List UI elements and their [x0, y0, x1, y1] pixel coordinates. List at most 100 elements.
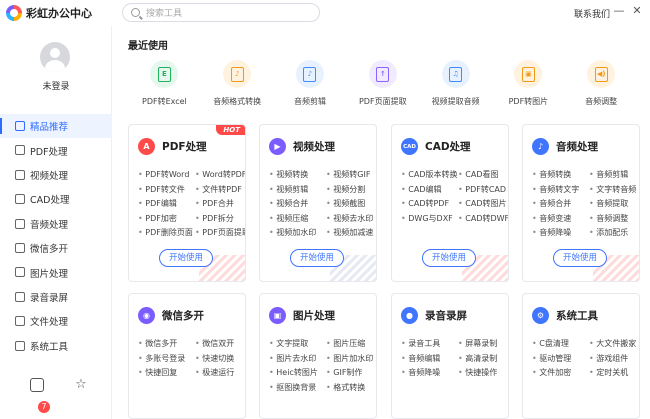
- recent-tool-3[interactable]: ↑ PDF页面提取: [346, 60, 419, 107]
- feature-item[interactable]: 图片加水印: [326, 354, 376, 365]
- gift-icon[interactable]: [30, 378, 44, 392]
- sidebar-item-1[interactable]: PDF处理: [0, 138, 112, 162]
- feature-item[interactable]: 视频转换: [269, 170, 326, 181]
- feature-item[interactable]: 音频提取: [589, 199, 639, 210]
- feature-item[interactable]: 音频降噪: [532, 228, 589, 239]
- feature-item[interactable]: 音频降噪: [401, 368, 458, 379]
- card-0[interactable]: APDF处理HOTPDF转WordWord转PDFPDF转文件文件转PDFPDF…: [128, 124, 246, 282]
- feature-item[interactable]: 极速运行: [195, 368, 245, 379]
- sidebar-item-3[interactable]: CAD处理: [0, 187, 112, 211]
- close-button[interactable]: ✕: [630, 4, 644, 18]
- feature-item[interactable]: 音频编辑: [401, 354, 458, 365]
- feature-item[interactable]: CAD看图: [458, 170, 508, 181]
- feature-item[interactable]: 视频压缩: [269, 214, 326, 225]
- feature-item[interactable]: DWG与DXF: [401, 214, 458, 225]
- sidebar-item-6[interactable]: 图片处理: [0, 260, 112, 284]
- start-button[interactable]: 开始使用: [159, 249, 213, 267]
- feature-item[interactable]: CAD版本转换: [401, 170, 458, 181]
- feature-item[interactable]: PDF转CAD: [458, 185, 508, 196]
- sidebar-item-9[interactable]: 系统工具: [0, 334, 112, 358]
- recent-tool-6[interactable]: ◀) 音频调整: [565, 60, 638, 107]
- feature-item[interactable]: Word转PDF: [195, 170, 245, 181]
- avatar[interactable]: [40, 42, 70, 72]
- feature-item[interactable]: 大文件搬家: [589, 339, 639, 350]
- card-7[interactable]: ⚙ 系统工具 C盘清理大文件搬家驱动管理游戏组件文件加密定时关机: [522, 293, 640, 419]
- feature-item[interactable]: PDF转文件: [138, 185, 195, 196]
- feature-item[interactable]: 驱动管理: [532, 354, 589, 365]
- recent-tool-1[interactable]: ♪ 音频格式转换: [201, 60, 274, 107]
- feature-item[interactable]: CAD转PDF: [401, 199, 458, 210]
- feature-item[interactable]: 视频合并: [269, 199, 326, 210]
- feature-item[interactable]: 文件加密: [532, 368, 589, 379]
- feature-item[interactable]: PDF拆分: [195, 214, 245, 225]
- feature-item[interactable]: 微信双开: [195, 339, 245, 350]
- feature-item[interactable]: PDF删除页面: [138, 228, 195, 239]
- sidebar-item-7[interactable]: 录音录屏: [0, 285, 112, 309]
- feature-item[interactable]: 文字转音频: [589, 185, 639, 196]
- card-4[interactable]: ◉微信多开微信多开微信双开多账号登录快速切换快捷回复极速运行: [128, 293, 246, 419]
- feature-item[interactable]: 快速切换: [195, 354, 245, 365]
- feature-item[interactable]: 视频剪辑: [269, 185, 326, 196]
- feature-item[interactable]: 快捷回复: [138, 368, 195, 379]
- feature-item[interactable]: 视频转GIF: [326, 170, 376, 181]
- feature-item[interactable]: 快捷操作: [458, 368, 508, 379]
- feature-item[interactable]: PDF页面提取: [195, 228, 245, 239]
- login-status[interactable]: 未登录: [0, 79, 112, 92]
- sidebar-item-2[interactable]: 视频处理: [0, 163, 112, 187]
- search-input[interactable]: 搜索工具: [122, 3, 320, 22]
- card-6[interactable]: ● 录音录屏录音工具屏幕录制音频编辑高清录制音频降噪快捷操作: [391, 293, 509, 419]
- feature-item[interactable]: 文字提取: [269, 339, 326, 350]
- feature-item[interactable]: 高清录制: [458, 354, 508, 365]
- feature-item[interactable]: PDF加密: [138, 214, 195, 225]
- recent-tool-5[interactable]: ▣ PDF转图片: [492, 60, 565, 107]
- feature-item[interactable]: CAD转DWF: [458, 214, 508, 225]
- recent-tool-2[interactable]: ♪ 音频剪辑: [274, 60, 347, 107]
- feature-item[interactable]: 屏幕录制: [458, 339, 508, 350]
- start-button[interactable]: 开始使用: [290, 249, 344, 267]
- feature-item[interactable]: 音频调整: [589, 214, 639, 225]
- feature-item[interactable]: 定时关机: [589, 368, 639, 379]
- feature-item[interactable]: 图片去水印: [269, 354, 326, 365]
- feature-item[interactable]: 视频截图: [326, 199, 376, 210]
- feature-item[interactable]: 视频加水印: [269, 228, 326, 239]
- star-icon[interactable]: ☆: [74, 378, 88, 392]
- feature-item[interactable]: Heic转图片: [269, 368, 326, 379]
- feature-item[interactable]: 视频去水印: [326, 214, 376, 225]
- recent-tool-0[interactable]: E PDF转Excel: [128, 60, 201, 107]
- feature-item[interactable]: 音频转文字: [532, 185, 589, 196]
- feature-item[interactable]: 音频合并: [532, 199, 589, 210]
- feature-item[interactable]: 图片压缩: [326, 339, 376, 350]
- feature-item[interactable]: 抠图换背景: [269, 383, 326, 394]
- feature-item[interactable]: 微信多开: [138, 339, 195, 350]
- sidebar-item-5[interactable]: 微信多开: [0, 236, 112, 260]
- feature-item[interactable]: 多账号登录: [138, 354, 195, 365]
- card-1[interactable]: ▶ 视频处理视频转换视频转GIF视频剪辑视频分割视频合并视频截图视频压缩视频去水印…: [259, 124, 377, 282]
- feature-item[interactable]: CAD编辑: [401, 185, 458, 196]
- card-2[interactable]: CADCAD处理CAD版本转换CAD看图CAD编辑PDF转CADCAD转PDFC…: [391, 124, 509, 282]
- feature-item[interactable]: C盘清理: [532, 339, 589, 350]
- feature-item[interactable]: 格式转换: [326, 383, 376, 394]
- card-3[interactable]: ♪ 音频处理音频转换音频剪辑音频转文字文字转音频音频合并音频提取音频变速音频调整音…: [522, 124, 640, 282]
- feature-item[interactable]: 录音工具: [401, 339, 458, 350]
- sidebar-item-8[interactable]: 文件处理: [0, 309, 112, 333]
- feature-item[interactable]: 视频分割: [326, 185, 376, 196]
- feature-item[interactable]: 添加配乐: [589, 228, 639, 239]
- start-button[interactable]: 开始使用: [422, 249, 476, 267]
- feature-item[interactable]: 视频加减速: [326, 228, 376, 239]
- feature-item[interactable]: PDF编辑: [138, 199, 195, 210]
- sidebar-item-0[interactable]: 精品推荐: [0, 114, 112, 139]
- feature-item[interactable]: CAD转图片: [458, 199, 508, 210]
- sidebar-item-4[interactable]: 音频处理: [0, 212, 112, 236]
- feature-item[interactable]: 文件转PDF: [195, 185, 245, 196]
- card-5[interactable]: ▣ 图片处理文字提取图片压缩图片去水印图片加水印Heic转图片GIF制作抠图换背景…: [259, 293, 377, 419]
- start-button[interactable]: 开始使用: [553, 249, 607, 267]
- feature-item[interactable]: 音频剪辑: [589, 170, 639, 181]
- minimize-button[interactable]: —: [612, 4, 626, 18]
- feature-item[interactable]: 音频变速: [532, 214, 589, 225]
- feature-item[interactable]: PDF合并: [195, 199, 245, 210]
- feature-item[interactable]: 游戏组件: [589, 354, 639, 365]
- feature-item[interactable]: PDF转Word: [138, 170, 195, 181]
- recent-tool-4[interactable]: ♫ 视频提取音频: [419, 60, 492, 107]
- contact-us-link[interactable]: 联系我们: [574, 7, 610, 20]
- feature-item[interactable]: GIF制作: [326, 368, 376, 379]
